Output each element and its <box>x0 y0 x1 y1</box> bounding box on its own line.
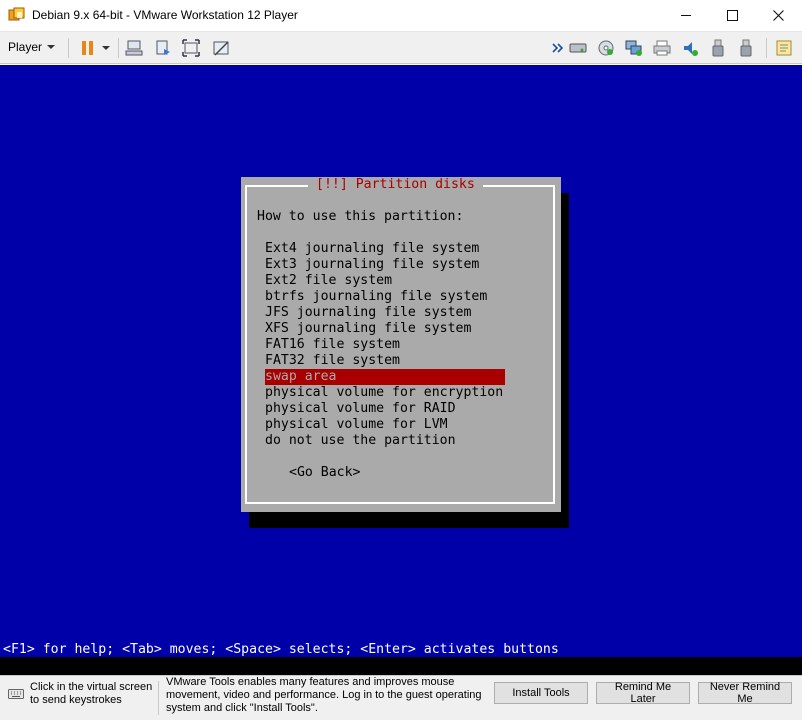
maximize-button[interactable] <box>709 0 755 31</box>
dialog-prompt: How to use this partition: <box>257 209 464 224</box>
send-ctrl-alt-del-button[interactable] <box>124 38 144 58</box>
network-adapter-device[interactable] <box>624 38 644 58</box>
expand-devices-button[interactable] <box>548 38 568 58</box>
network-adapter-icon <box>625 40 642 56</box>
minimize-icon <box>681 15 691 16</box>
cd-dvd-device[interactable] <box>596 38 616 58</box>
option-fat32[interactable]: FAT32 file system <box>265 353 505 369</box>
option-ext3[interactable]: Ext3 journaling file system <box>265 257 505 273</box>
cd-dvd-icon <box>598 40 614 56</box>
console-bottom-strip <box>0 657 802 675</box>
vmware-tools-message: VMware Tools enables many features and i… <box>166 676 482 714</box>
message-log-icon <box>776 40 792 56</box>
never-remind-me-button[interactable]: Never Remind Me <box>698 681 792 705</box>
unity-icon <box>213 41 229 56</box>
unity-button[interactable] <box>211 38 231 58</box>
fullscreen-button[interactable] <box>181 38 201 58</box>
go-back-button[interactable]: <Go Back> <box>289 465 360 481</box>
install-tools-button[interactable]: Install Tools <box>494 682 588 704</box>
option-fat16[interactable]: FAT16 file system <box>265 337 505 353</box>
option-xfs[interactable]: XFS journaling file system <box>265 321 505 337</box>
option-ext2[interactable]: Ext2 file system <box>265 273 505 289</box>
virtual-machine-screen[interactable]: [!!] Partition disks How to use this par… <box>0 65 802 675</box>
notification-divider <box>158 681 159 715</box>
dialog-title: [!!] Partition disks <box>308 177 483 193</box>
option-ext4[interactable]: Ext4 journaling file system <box>265 241 505 257</box>
close-icon <box>772 10 784 21</box>
vmware-tools-notification: Click in the virtual screen to send keys… <box>0 675 802 720</box>
option-swap-area[interactable]: swap area <box>265 369 505 385</box>
pause-button[interactable] <box>78 38 98 58</box>
printer-icon <box>653 40 671 56</box>
hint-line-2: to send keystrokes <box>30 694 122 706</box>
option-do-not-use[interactable]: do not use the partition <box>265 433 505 449</box>
title-bar: Debian 9.x 64-bit - VMware Workstation 1… <box>0 0 802 32</box>
option-jfs[interactable]: JFS journaling file system <box>265 305 505 321</box>
pause-dropdown[interactable] <box>99 38 113 58</box>
printer-device[interactable] <box>652 38 672 58</box>
usb-device-icon <box>712 39 724 57</box>
snapshot-icon <box>156 40 170 55</box>
message-log-button[interactable] <box>774 38 794 58</box>
usb-device-icon-2 <box>740 39 752 57</box>
chevron-down-icon <box>47 45 56 49</box>
expand-arrow-icon <box>552 43 564 53</box>
option-btrfs[interactable]: btrfs journaling file system <box>265 289 505 305</box>
player-menu[interactable]: Player <box>8 40 56 54</box>
close-button[interactable] <box>755 0 801 31</box>
installer-help-line: <F1> for help; <Tab> moves; <Space> sele… <box>3 642 559 657</box>
chevron-down-icon <box>102 46 110 50</box>
usb-device[interactable] <box>708 38 728 58</box>
vmware-app-icon <box>8 7 25 21</box>
sound-card-device[interactable] <box>680 38 700 58</box>
hard-disk-icon <box>569 43 587 53</box>
remind-me-later-button[interactable]: Remind Me Later <box>596 681 690 705</box>
option-raid[interactable]: physical volume for RAID <box>265 401 505 417</box>
hard-disk-device[interactable] <box>568 38 588 58</box>
snapshot-button[interactable] <box>153 38 173 58</box>
sound-card-icon <box>684 42 698 56</box>
option-lvm[interactable]: physical volume for LVM <box>265 417 505 433</box>
minimize-button[interactable] <box>663 0 709 31</box>
player-menu-label: Player <box>8 40 43 54</box>
vmware-toolbar: Player <box>0 32 802 64</box>
hint-line-1: Click in the virtual screen <box>30 681 153 693</box>
option-encryption[interactable]: physical volume for encryption <box>265 385 505 401</box>
usb-device-2[interactable] <box>736 38 756 58</box>
window-title: Debian 9.x 64-bit - VMware Workstation 1… <box>32 8 298 22</box>
click-to-send-hint: Click in the virtual screen to send keys… <box>30 681 152 707</box>
toolbar-divider <box>118 38 119 58</box>
fullscreen-icon <box>182 39 200 57</box>
toolbar-divider <box>68 38 69 58</box>
maximize-icon <box>726 10 738 21</box>
keyboard-icon <box>8 689 24 699</box>
pause-icon <box>82 41 93 55</box>
send-ctrl-alt-del-icon <box>125 40 143 56</box>
toolbar-divider <box>766 38 767 58</box>
